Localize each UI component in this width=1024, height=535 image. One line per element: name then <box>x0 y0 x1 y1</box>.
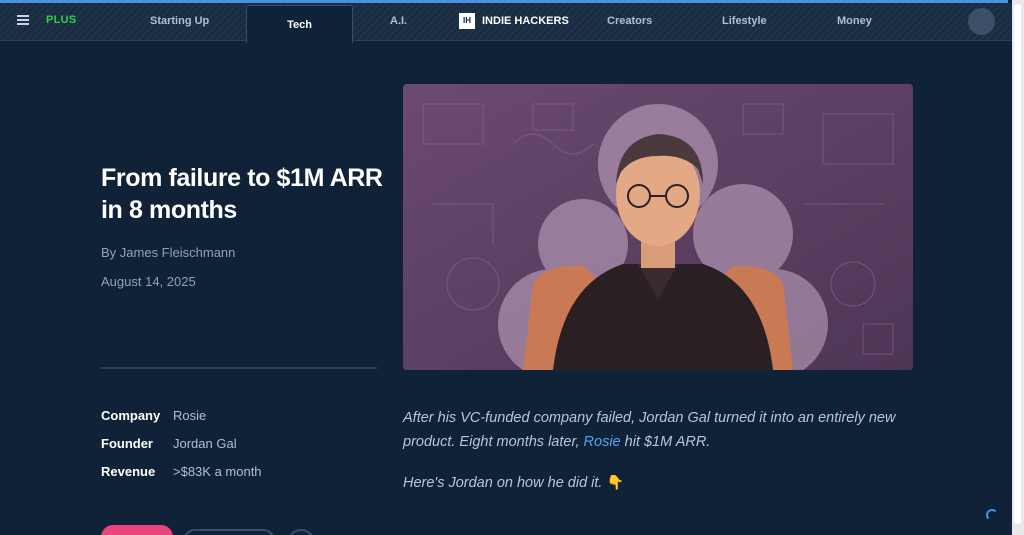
intro2-text: Here's Jordan on how he did it. <box>403 475 603 491</box>
intro-text-after-link: hit $1M ARR. <box>620 434 711 450</box>
scrollbar-thumb[interactable] <box>1014 4 1021 524</box>
meta-value-founder: Jordan Gal <box>173 436 237 451</box>
primary-action-button[interactable] <box>101 525 173 535</box>
nav-link-money[interactable]: Money <box>837 15 872 27</box>
hero-illustration <box>403 84 913 370</box>
meta-divider <box>101 367 377 369</box>
pointing-down-icon: 👇 <box>606 474 624 490</box>
nav-tab-tech-label: Tech <box>287 19 312 31</box>
meta-label-founder: Founder <box>101 436 153 451</box>
meta-value-revenue: >$83K a month <box>173 464 262 479</box>
top-navbar: PLUS Starting Up Tech A.I. IH INDIE HACK… <box>0 3 1012 43</box>
hamburger-icon[interactable] <box>17 15 29 25</box>
meta-label-company: Company <box>101 408 161 423</box>
nav-tab-tech[interactable]: Tech <box>246 5 353 43</box>
spinner-icon <box>986 509 998 521</box>
article-date: August 14, 2025 <box>101 274 196 289</box>
nav-link-ai[interactable]: A.I. <box>390 15 407 27</box>
rosie-link[interactable]: Rosie <box>584 434 621 450</box>
article-byline[interactable]: By James Fleischmann <box>101 245 235 260</box>
meta-value-company: Rosie <box>173 408 207 423</box>
scrollbar[interactable] <box>1012 0 1024 535</box>
plus-link[interactable]: PLUS <box>46 14 77 26</box>
nav-link-starting-up[interactable]: Starting Up <box>150 15 209 27</box>
article-intro: After his VC-funded company failed, Jord… <box>403 406 903 454</box>
indie-hackers-brand-name[interactable]: INDIE HACKERS <box>482 15 569 27</box>
meta-label-revenue: Revenue <box>101 464 156 479</box>
article-intro-2: Here's Jordan on how he did it. 👇 <box>403 474 624 491</box>
indie-hackers-logo-icon[interactable]: IH <box>459 13 475 29</box>
nav-link-creators[interactable]: Creators <box>607 15 652 27</box>
nav-link-lifestyle[interactable]: Lifestyle <box>722 15 767 27</box>
article-title: From failure to $1M ARR in 8 months <box>101 164 383 224</box>
secondary-action-button[interactable] <box>183 529 275 535</box>
circle-action-button[interactable] <box>287 529 315 535</box>
user-avatar[interactable] <box>968 8 995 35</box>
